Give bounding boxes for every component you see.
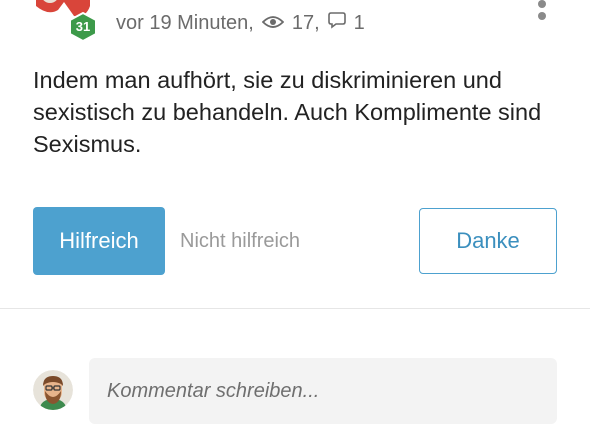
comment-count: 1 [353,11,365,34]
answer-text: Indem man aufhört, sie zu diskriminieren… [33,67,542,157]
level-number: 31 [75,19,91,34]
comment-bubble-icon [327,11,346,35]
divider [0,308,590,309]
not-helpful-button[interactable]: Nicht hilfreich [180,207,300,275]
answer-header: 31 vor 19 Minuten, 17, 1 [0,0,590,44]
user-avatar-icon [33,370,73,410]
more-vertical-icon[interactable] [530,0,554,28]
thanks-button[interactable]: Danke [419,208,557,274]
post-time: vor 19 Minuten, [116,11,254,34]
answer-meta: vor 19 Minuten, 17, 1 [116,10,365,36]
comment-input[interactable] [89,358,557,424]
view-count: 17, [291,11,320,34]
current-user-avatar [33,370,73,410]
answer-card: 31 vor 19 Minuten, 17, 1 Indem man aufhö… [0,0,590,426]
eye-icon [261,12,285,35]
level-badge: 31 [68,12,98,42]
helpful-button[interactable]: Hilfreich [33,207,165,275]
